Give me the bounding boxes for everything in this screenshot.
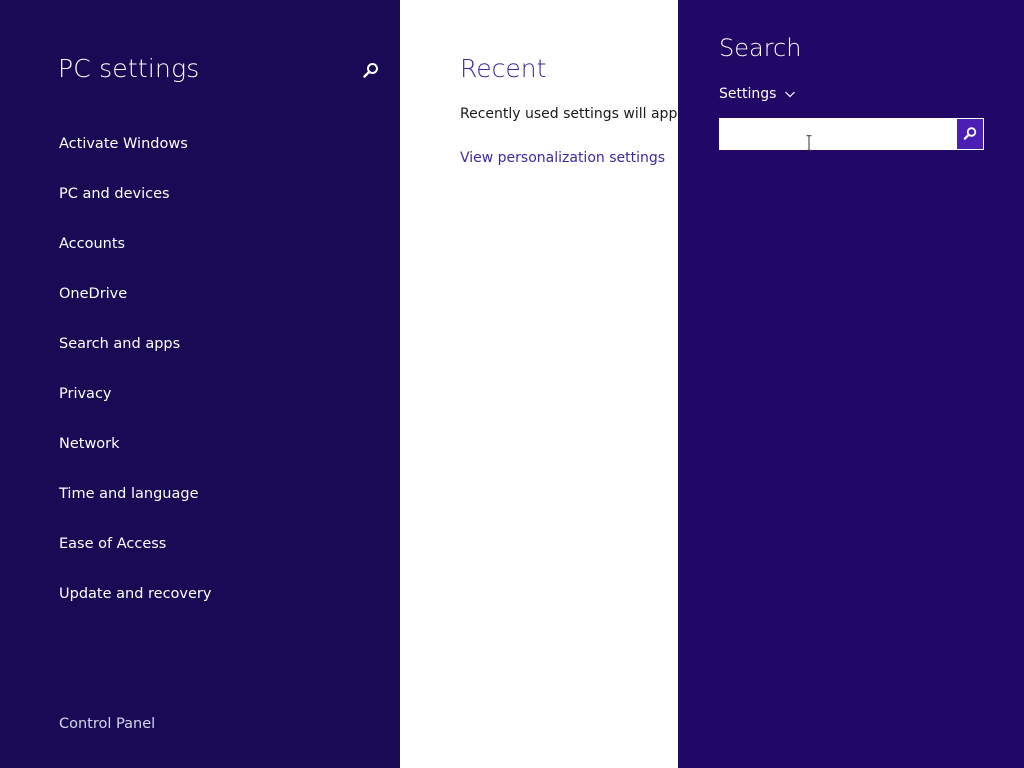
recent-settings-text: Recently used settings will appear here. bbox=[460, 106, 678, 122]
search-icon bbox=[363, 63, 378, 78]
search-submit-button[interactable] bbox=[955, 119, 983, 149]
settings-nav-list: Activate Windows PC and devices Accounts… bbox=[0, 132, 400, 632]
search-icon bbox=[963, 127, 977, 140]
search-charm: Search Settings bbox=[678, 0, 1024, 768]
content-pane: Recent Recently used settings will appea… bbox=[400, 0, 678, 768]
nav-item-update-and-recovery[interactable]: Update and recovery bbox=[0, 582, 400, 632]
charm-title: Search bbox=[719, 34, 802, 62]
personalization-link[interactable]: View personalization settings bbox=[460, 150, 665, 166]
nav-item-network[interactable]: Network bbox=[0, 432, 400, 482]
nav-pane: PC settings Activate Windows PC and devi… bbox=[0, 0, 400, 768]
search-scope-value: Settings bbox=[719, 86, 777, 102]
nav-item-activate-windows[interactable]: Activate Windows bbox=[0, 132, 400, 182]
nav-item-onedrive[interactable]: OneDrive bbox=[0, 282, 400, 332]
search-button[interactable] bbox=[360, 60, 382, 82]
nav-item-pc-and-devices[interactable]: PC and devices bbox=[0, 182, 400, 232]
page-title: PC settings bbox=[58, 54, 200, 83]
search-scope-dropdown[interactable]: Settings bbox=[719, 86, 796, 102]
nav-item-search-and-apps[interactable]: Search and apps bbox=[0, 332, 400, 382]
nav-item-accounts[interactable]: Accounts bbox=[0, 232, 400, 282]
nav-item-privacy[interactable]: Privacy bbox=[0, 382, 400, 432]
pc-settings-screen: PC settings Activate Windows PC and devi… bbox=[0, 0, 1024, 768]
chevron-down-icon bbox=[785, 91, 796, 98]
search-input[interactable] bbox=[720, 119, 955, 149]
section-title: Recent bbox=[460, 54, 547, 83]
nav-item-time-and-language[interactable]: Time and language bbox=[0, 482, 400, 532]
control-panel-link[interactable]: Control Panel bbox=[59, 716, 155, 732]
nav-item-ease-of-access[interactable]: Ease of Access bbox=[0, 532, 400, 582]
search-box bbox=[719, 118, 984, 150]
